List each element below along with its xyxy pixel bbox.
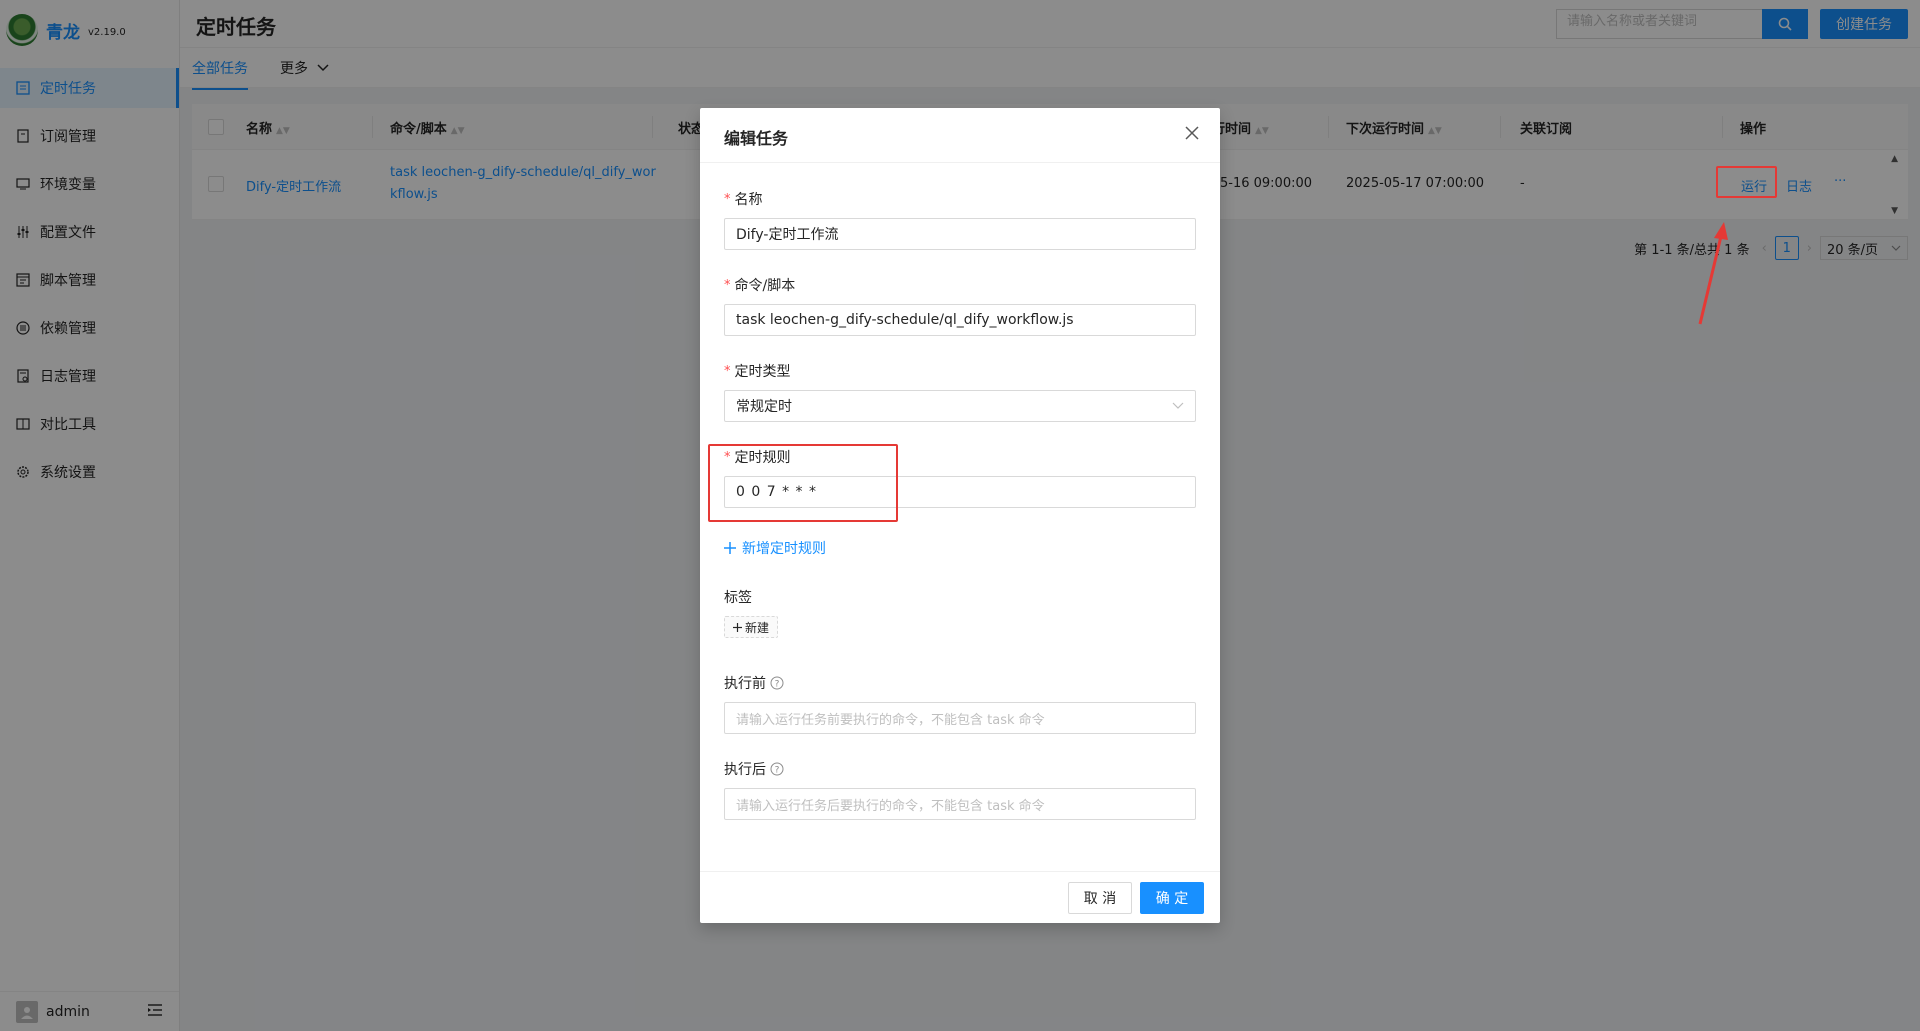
add-schedule-rule-button[interactable]: 新增定时规则 bbox=[724, 538, 826, 558]
annotation-rule-highlight bbox=[708, 444, 898, 522]
command-field: * 命令/脚本 task leochen-g_dify-schedule/ql_d… bbox=[724, 274, 1196, 336]
after-command-input[interactable]: 请输入运行任务后要执行的命令，不能包含 task 命令 bbox=[724, 788, 1196, 820]
before-field: 执行前 ? 请输入运行任务前要执行的命令，不能包含 task 命令 bbox=[724, 672, 1196, 734]
help-icon[interactable]: ? bbox=[770, 762, 784, 776]
modal-title: 编辑任务 bbox=[724, 129, 789, 148]
cancel-button[interactable]: 取 消 bbox=[1068, 882, 1132, 914]
chevron-down-icon bbox=[1172, 402, 1184, 409]
help-icon[interactable]: ? bbox=[770, 676, 784, 690]
annotation-run-highlight bbox=[1716, 166, 1777, 198]
modal-footer: 取 消 确 定 bbox=[700, 871, 1220, 923]
schedule-type-field: * 定时类型 常规定时 bbox=[724, 360, 1196, 422]
plus-icon bbox=[724, 542, 736, 554]
name-field: * 名称 Dify-定时工作流 bbox=[724, 188, 1196, 250]
command-input[interactable]: task leochen-g_dify-schedule/ql_dify_wor… bbox=[724, 304, 1196, 336]
edit-task-modal: 编辑任务 * 名称 Dify-定时工作流 * 命令/脚本 task leochen-… bbox=[700, 108, 1220, 923]
after-field: 执行后 ? 请输入运行任务后要执行的命令，不能包含 task 命令 bbox=[724, 758, 1196, 820]
new-tag-label: 新建 bbox=[744, 620, 769, 635]
name-input[interactable]: Dify-定时工作流 bbox=[724, 218, 1196, 250]
command-label: * 命令/脚本 bbox=[724, 277, 796, 295]
schedule-type-value: 常规定时 bbox=[736, 399, 792, 415]
modal-header: 编辑任务 bbox=[700, 108, 1220, 163]
plus-icon bbox=[732, 622, 742, 632]
new-tag-button[interactable]: 新建 bbox=[724, 616, 778, 638]
before-command-input[interactable]: 请输入运行任务前要执行的命令，不能包含 task 命令 bbox=[724, 702, 1196, 734]
annotation-arrow-icon bbox=[1698, 222, 1728, 325]
svg-text:?: ? bbox=[775, 680, 780, 690]
after-label: 执行后 ? bbox=[724, 758, 1196, 780]
schedule-type-label: * 定时类型 bbox=[724, 363, 791, 381]
schedule-type-select[interactable]: 常规定时 bbox=[724, 390, 1196, 422]
name-label: * 名称 bbox=[724, 191, 763, 209]
svg-text:?: ? bbox=[775, 766, 780, 776]
tags-label: 标签 bbox=[724, 590, 752, 606]
tags-field: 标签 新建 bbox=[724, 586, 1196, 638]
add-rule-label: 新增定时规则 bbox=[742, 541, 826, 557]
close-icon[interactable] bbox=[1184, 125, 1200, 145]
confirm-button[interactable]: 确 定 bbox=[1140, 882, 1204, 914]
before-label: 执行前 ? bbox=[724, 672, 1196, 694]
